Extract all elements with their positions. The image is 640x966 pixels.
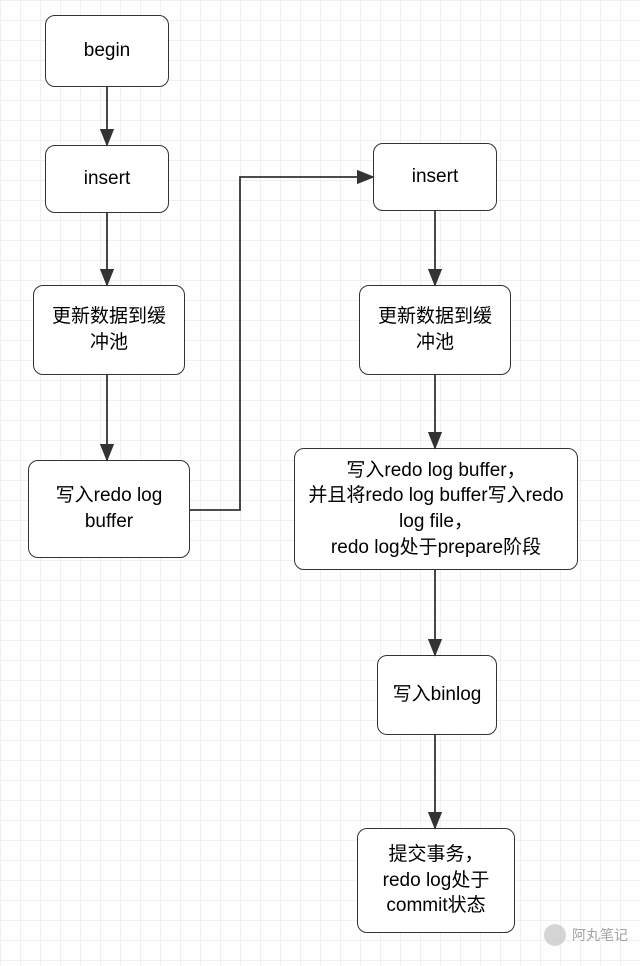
node-binlog-label: 写入binlog <box>393 682 482 708</box>
node-update-left-label: 更新数据到缓 冲池 <box>52 304 166 355</box>
node-update-right: 更新数据到缓 冲池 <box>359 285 511 375</box>
node-binlog: 写入binlog <box>377 655 497 735</box>
node-redo-right-label: 写入redo log buffer， 并且将redo log buffer写入r… <box>308 458 563 561</box>
node-insert-left-label: insert <box>84 166 130 192</box>
node-insert-right-label: insert <box>412 164 458 190</box>
watermark-text: 阿丸笔记 <box>572 925 628 945</box>
node-begin: begin <box>45 15 169 87</box>
watermark-avatar-icon <box>544 924 566 946</box>
node-update-left: 更新数据到缓 冲池 <box>33 285 185 375</box>
node-begin-label: begin <box>84 38 131 64</box>
node-commit-label: 提交事务， redo log处于 commit状态 <box>383 842 490 919</box>
node-redo-right: 写入redo log buffer， 并且将redo log buffer写入r… <box>294 448 578 570</box>
node-insert-right: insert <box>373 143 497 211</box>
node-update-right-label: 更新数据到缓 冲池 <box>378 304 492 355</box>
watermark: 阿丸笔记 <box>544 924 628 946</box>
node-insert-left: insert <box>45 145 169 213</box>
node-redo-left: 写入redo log buffer <box>28 460 190 558</box>
node-redo-left-label: 写入redo log buffer <box>56 483 163 534</box>
node-commit: 提交事务， redo log处于 commit状态 <box>357 828 515 933</box>
